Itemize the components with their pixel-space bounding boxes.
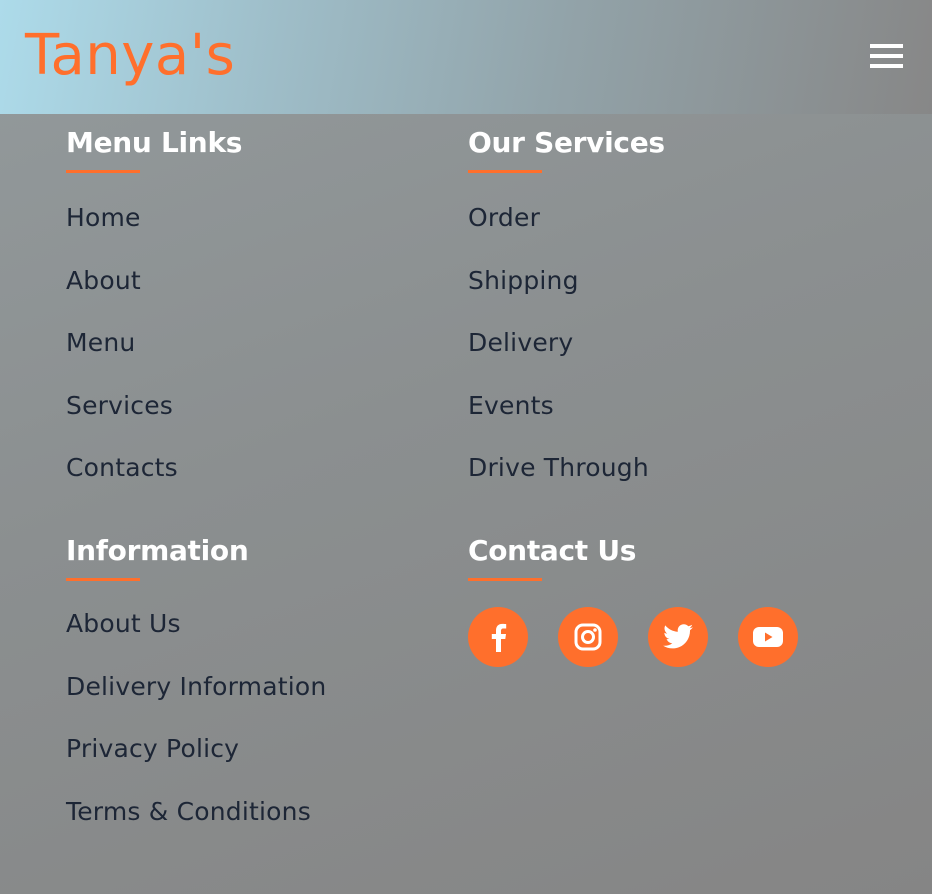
site-header: Tanya's bbox=[0, 0, 932, 114]
footer-contact-us: Contact Us bbox=[468, 533, 798, 667]
hamburger-bar bbox=[870, 44, 903, 48]
list-item: Events bbox=[468, 391, 665, 454]
link-menu[interactable]: Menu bbox=[66, 328, 135, 357]
heading-underline bbox=[468, 578, 542, 581]
list-item: Contacts bbox=[66, 453, 242, 516]
twitter-glyph bbox=[663, 624, 693, 649]
hamburger-bar bbox=[870, 54, 903, 58]
site-logo[interactable]: Tanya's bbox=[25, 24, 235, 88]
list-item: Home bbox=[66, 203, 242, 266]
information-heading: Information bbox=[66, 534, 249, 567]
link-delivery[interactable]: Delivery bbox=[468, 328, 573, 357]
youtube-glyph bbox=[753, 627, 783, 647]
link-about-us[interactable]: About Us bbox=[66, 609, 181, 638]
heading-underline bbox=[66, 578, 140, 581]
list-item: Terms & Conditions bbox=[66, 797, 326, 860]
footer-information: Information About Us Delivery Informatio… bbox=[66, 533, 326, 859]
list-item: Delivery bbox=[468, 328, 665, 391]
link-services[interactable]: Services bbox=[66, 391, 173, 420]
youtube-icon[interactable] bbox=[738, 607, 798, 667]
social-links bbox=[468, 607, 798, 667]
link-home[interactable]: Home bbox=[66, 203, 141, 232]
instagram-glyph bbox=[574, 623, 602, 651]
list-item: Menu bbox=[66, 328, 242, 391]
menu-links-heading: Menu Links bbox=[66, 126, 243, 159]
link-drive-through[interactable]: Drive Through bbox=[468, 453, 649, 482]
list-item: About bbox=[66, 266, 242, 329]
list-item: Order bbox=[468, 203, 665, 266]
link-contacts[interactable]: Contacts bbox=[66, 453, 178, 482]
list-item: Drive Through bbox=[468, 453, 665, 516]
instagram-icon[interactable] bbox=[558, 607, 618, 667]
our-services-list: Order Shipping Delivery Events Drive Thr… bbox=[468, 203, 665, 516]
twitter-icon[interactable] bbox=[648, 607, 708, 667]
link-terms-conditions[interactable]: Terms & Conditions bbox=[66, 797, 311, 826]
list-item: Privacy Policy bbox=[66, 734, 326, 797]
facebook-icon[interactable] bbox=[468, 607, 528, 667]
list-item: Services bbox=[66, 391, 242, 454]
footer-our-services: Our Services Order Shipping Delivery Eve… bbox=[468, 125, 665, 516]
facebook-glyph bbox=[491, 623, 507, 652]
menu-links-list: Home About Menu Services Contacts bbox=[66, 203, 242, 516]
footer-menu-links: Menu Links Home About Menu Services Cont… bbox=[66, 125, 242, 516]
hamburger-bar bbox=[870, 64, 903, 68]
link-shipping[interactable]: Shipping bbox=[468, 266, 579, 295]
link-about[interactable]: About bbox=[66, 266, 141, 295]
link-privacy-policy[interactable]: Privacy Policy bbox=[66, 734, 239, 763]
link-delivery-information[interactable]: Delivery Information bbox=[66, 672, 326, 701]
list-item: Shipping bbox=[468, 266, 665, 329]
list-item: About Us bbox=[66, 609, 326, 672]
link-order[interactable]: Order bbox=[468, 203, 540, 232]
heading-underline bbox=[66, 170, 140, 173]
information-list: About Us Delivery Information Privacy Po… bbox=[66, 609, 326, 859]
link-events[interactable]: Events bbox=[468, 391, 554, 420]
our-services-heading: Our Services bbox=[468, 126, 665, 159]
list-item: Delivery Information bbox=[66, 672, 326, 735]
heading-underline bbox=[468, 170, 542, 173]
contact-us-heading: Contact Us bbox=[468, 534, 637, 567]
hamburger-menu-icon[interactable] bbox=[866, 40, 906, 72]
